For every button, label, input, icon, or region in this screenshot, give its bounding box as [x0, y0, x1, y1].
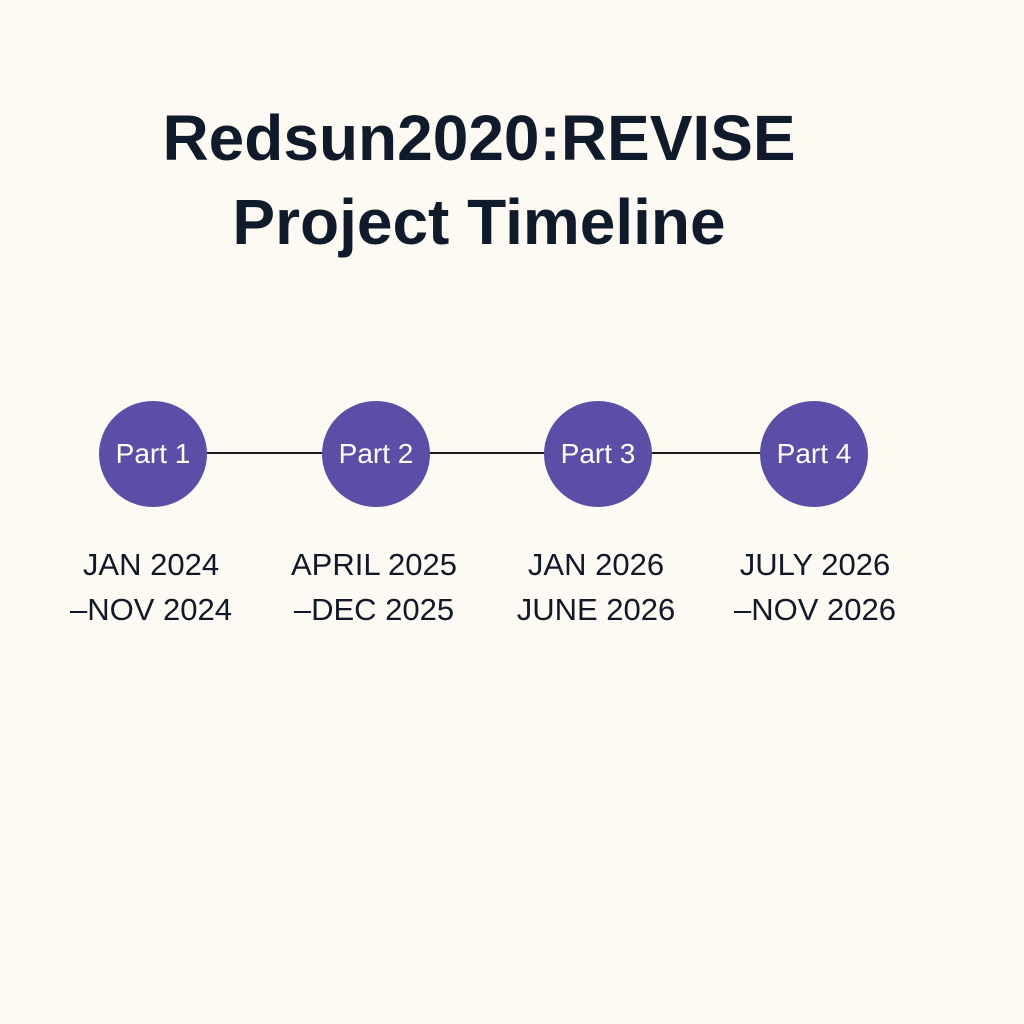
- timeline-node-part-4: Part 4: [760, 401, 868, 507]
- phase-2-dates: APRIL 2025 –DEC 2025: [264, 542, 484, 632]
- page-title: Redsun2020:REVISE Project Timeline: [0, 96, 958, 264]
- title-line-2: Project Timeline: [232, 186, 726, 258]
- timeline-connector-1-2: [207, 452, 324, 454]
- timeline-node-part-3: Part 3: [544, 401, 652, 507]
- phase-1-dates: JAN 2024 –NOV 2024: [41, 542, 261, 632]
- phase-4-start: JULY 2026: [739, 547, 891, 582]
- phase-2-end: –DEC 2025: [293, 592, 455, 627]
- phase-1-start: JAN 2024: [82, 547, 220, 582]
- phase-4-dates: JULY 2026 –NOV 2026: [705, 542, 925, 632]
- phase-3-dates: JAN 2026 JUNE 2026: [486, 542, 706, 632]
- timeline-connector-2-3: [429, 452, 545, 454]
- phase-3-start: JAN 2026: [527, 547, 665, 582]
- timeline-node-part-2: Part 2: [322, 401, 430, 507]
- phase-1-end: –NOV 2024: [70, 592, 232, 627]
- timeline-connector-3-4: [651, 452, 761, 454]
- phase-4-end: –NOV 2026: [734, 592, 896, 627]
- title-line-1: Redsun2020:REVISE: [162, 102, 796, 174]
- phase-3-end: JUNE 2026: [516, 592, 676, 627]
- phase-2-start: APRIL 2025: [290, 547, 458, 582]
- timeline-node-part-1: Part 1: [99, 401, 207, 507]
